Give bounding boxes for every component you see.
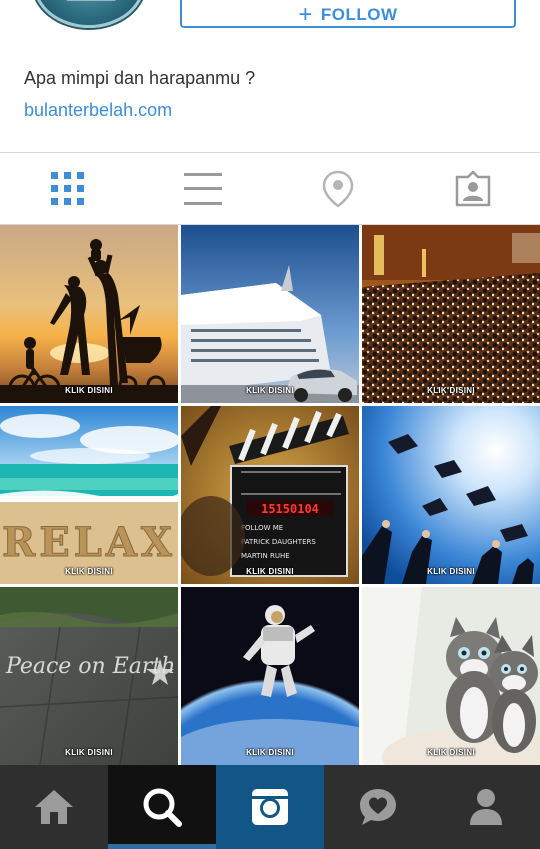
photo-tile[interactable]: KLIK DISINI — [362, 587, 540, 765]
nav-camera[interactable] — [216, 765, 324, 849]
bottom-navigation — [0, 765, 540, 849]
clapper-line-3: MARTIN RUHE — [241, 552, 290, 560]
photo-grid: KLIK DISINI KLIK DISINI KLIK DISINI RELA… — [0, 225, 540, 765]
photo-cruise-ship — [181, 225, 359, 403]
photo-family-silhouette — [0, 225, 178, 403]
photo-watermark: KLIK DISINI — [65, 386, 113, 395]
profile-website-link[interactable]: bulanterbelah.com — [24, 100, 172, 121]
photo-kittens — [362, 587, 540, 765]
search-icon — [143, 788, 182, 827]
photo-astronaut — [181, 587, 359, 765]
list-icon — [183, 172, 222, 205]
clapper-timecode: 15150104 — [261, 502, 319, 516]
photo-tile[interactable]: KLIK DISINI — [181, 225, 359, 403]
photo-auditorium — [362, 225, 540, 403]
photo-graduation-caps — [362, 406, 540, 584]
photo-tile[interactable]: KLIK DISINI — [362, 225, 540, 403]
nav-activity[interactable] — [324, 765, 432, 849]
photo-watermark: KLIK DISINI — [427, 748, 475, 757]
clapper-line-2: PATRICK DAUGHTERS — [241, 538, 316, 546]
photo-tile[interactable]: Peace on Earth KLIK DISINI — [0, 587, 178, 765]
photo-watermark: KLIK DISINI — [246, 386, 294, 395]
nav-profile[interactable] — [432, 765, 540, 849]
follow-label: FOLLOW — [320, 5, 398, 24]
photo-tile[interactable]: KLIK DISINI — [181, 587, 359, 765]
photo-watermark: KLIK DISINI — [427, 386, 475, 395]
tab-tagged-view[interactable] — [405, 153, 540, 224]
profile-avatar[interactable] — [33, 0, 145, 28]
photo-tile[interactable]: KLIK DISINI — [362, 406, 540, 584]
photo-tile[interactable]: 15150104 FOLLOW ME PATRICK DAUGHTERS MAR… — [181, 406, 359, 584]
photo-watermark: KLIK DISINI — [246, 748, 294, 757]
heart-bubble-icon — [360, 789, 396, 825]
photo-relax-beach: RELAX — [0, 406, 178, 584]
profile-bio: Apa mimpi dan harapanmu ? — [24, 68, 256, 88]
tagged-person-icon — [455, 170, 490, 206]
photo-tile[interactable]: RELAX KLIK DISINI — [0, 406, 178, 584]
clapper-line-1: FOLLOW ME — [241, 524, 283, 532]
photo-watermark: KLIK DISINI — [246, 567, 294, 576]
location-pin-icon — [322, 170, 353, 208]
relax-sand-text: RELAX — [2, 519, 176, 566]
tab-grid-view[interactable] — [0, 153, 135, 224]
photo-watermark: KLIK DISINI — [65, 567, 113, 576]
plus-icon: + — [298, 1, 313, 28]
photo-watermark: KLIK DISINI — [65, 748, 113, 757]
home-icon — [35, 790, 73, 824]
photo-tile[interactable]: KLIK DISINI — [0, 225, 178, 403]
tab-list-view[interactable] — [135, 153, 270, 224]
chalk-text: Peace on Earth — [5, 654, 175, 679]
nav-home[interactable] — [0, 765, 108, 849]
profile-view-tabs — [0, 152, 540, 225]
nav-explore[interactable] — [108, 765, 216, 849]
photo-peace-on-earth: Peace on Earth — [0, 587, 178, 765]
photo-watermark: KLIK DISINI — [427, 567, 475, 576]
follow-button[interactable]: + FOLLOW — [180, 0, 516, 28]
avatar-caption — [66, 0, 116, 1]
tab-map-view[interactable] — [270, 153, 405, 224]
grid-icon — [50, 171, 84, 205]
camera-icon — [252, 789, 288, 825]
person-icon — [470, 789, 502, 825]
photo-clapperboard: 15150104 FOLLOW ME PATRICK DAUGHTERS MAR… — [181, 406, 359, 584]
